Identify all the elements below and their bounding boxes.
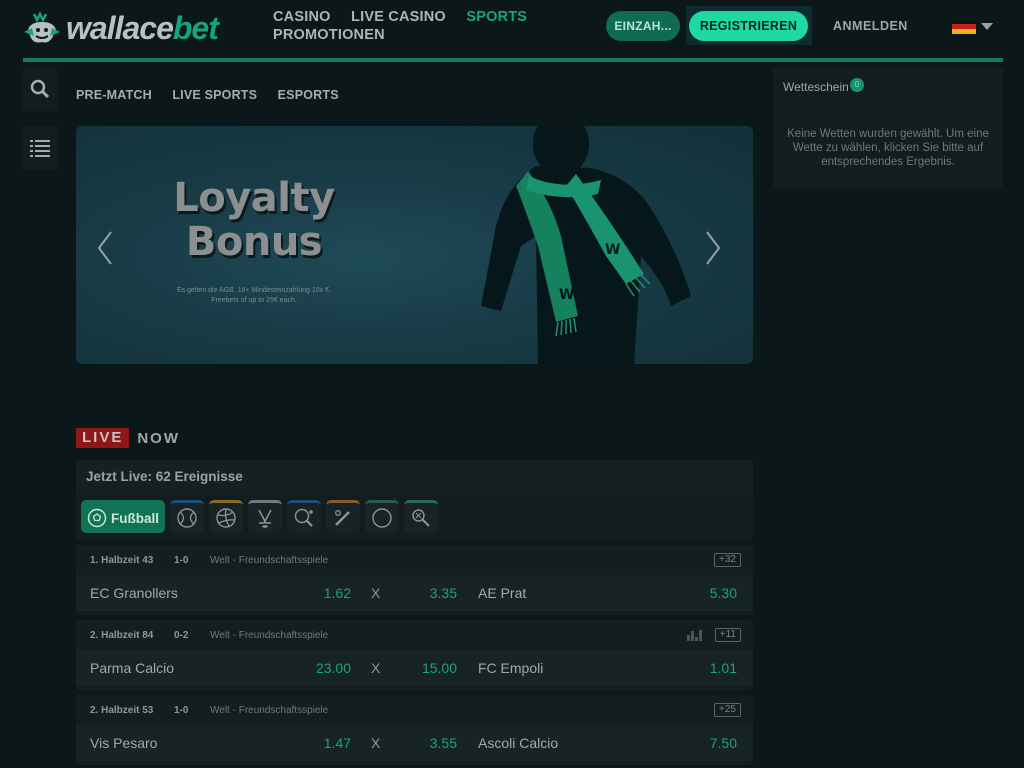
match-period: 2. Halbzeit 84 bbox=[90, 630, 154, 641]
deposit-button[interactable]: EINZAH... bbox=[606, 11, 680, 41]
chevron-down-icon bbox=[981, 23, 993, 30]
match-info: 2. Halbzeit 84 0-2 Welt - Freundschaftss… bbox=[76, 620, 753, 650]
baseball-icon bbox=[335, 510, 350, 526]
banner-terms: Es gelten die AGB. 18+ Mindesteinzahlung… bbox=[177, 287, 331, 304]
match-info: 2. Halbzeit 53 1-0 Welt - Freundschaftss… bbox=[76, 695, 753, 725]
match-league: Welt - Freundschaftsspiele bbox=[210, 705, 329, 716]
german-flag-icon bbox=[952, 19, 976, 34]
draw-label: X bbox=[371, 585, 381, 601]
more-markets-button[interactable]: +11 bbox=[714, 628, 741, 642]
match-league: Welt - Freundschaftsspiele bbox=[210, 555, 329, 566]
away-team: FC Empoli bbox=[478, 660, 544, 676]
away-team: Ascoli Calcio bbox=[478, 735, 559, 751]
subnav-live-sports[interactable]: LIVE SPORTS bbox=[172, 88, 257, 102]
betslip-title[interactable]: Wetteschein bbox=[783, 80, 849, 94]
live-badge: LIVE bbox=[76, 428, 130, 448]
tab-tennis[interactable] bbox=[170, 500, 204, 533]
login-link[interactable]: ANMELDEN bbox=[833, 19, 908, 33]
tab-basketball[interactable] bbox=[365, 500, 399, 533]
match-odds-row: Vis Pesaro 1.47 X 3.55 Ascoli Calcio 7.5… bbox=[76, 725, 753, 761]
football-icon bbox=[87, 508, 107, 528]
more-markets-button[interactable]: +32 bbox=[714, 553, 741, 567]
live-now-heading: LIVE NOW bbox=[76, 428, 180, 448]
odd-home-button[interactable]: 1.62 bbox=[296, 585, 351, 601]
betslip-empty-message: Keine Wetten wurden gewählt. Um eine Wet… bbox=[787, 128, 989, 168]
home-team: Parma Calcio bbox=[90, 660, 175, 676]
betslip-panel: Wetteschein 0 Keine Wetten wurden gewähl… bbox=[773, 67, 1003, 188]
nav-live-casino[interactable]: LIVE CASINO bbox=[351, 8, 446, 26]
odd-draw-button[interactable]: 3.55 bbox=[402, 735, 457, 751]
match-score: 1-0 bbox=[174, 705, 189, 716]
svg-text:W: W bbox=[559, 287, 574, 303]
betslip-count-badge: 0 bbox=[850, 78, 864, 92]
match-card: 2. Halbzeit 84 0-2 Welt - Freundschaftss… bbox=[76, 620, 753, 690]
odd-away-button[interactable]: 5.30 bbox=[682, 585, 737, 601]
brand-logo[interactable]: wallacebet bbox=[22, 8, 219, 48]
away-team: AE Prat bbox=[478, 585, 527, 601]
list-icon bbox=[30, 140, 50, 157]
search-button[interactable] bbox=[23, 67, 57, 111]
header-divider bbox=[23, 58, 1003, 62]
main-nav: CASINO LIVE CASINO SPORTS PROMOTIONEN bbox=[273, 8, 563, 44]
tab-baseball[interactable] bbox=[326, 500, 360, 533]
svg-text:W: W bbox=[605, 242, 620, 258]
volleyball-icon bbox=[216, 508, 236, 528]
nav-promotionen[interactable]: PROMOTIONEN bbox=[273, 26, 385, 44]
match-card: 1. Halbzeit 43 1-0 Welt - Freundschaftss… bbox=[76, 545, 753, 615]
badminton-icon bbox=[412, 509, 430, 527]
wallace-mascot-icon bbox=[24, 11, 60, 43]
more-markets-button[interactable]: +25 bbox=[714, 703, 741, 717]
odd-home-button[interactable]: 1.47 bbox=[296, 735, 351, 751]
tab-ice-hockey[interactable] bbox=[248, 500, 282, 533]
ice-hockey-icon bbox=[258, 509, 272, 528]
sports-list-button[interactable] bbox=[23, 126, 57, 170]
table-tennis-icon bbox=[294, 508, 313, 527]
odd-home-button[interactable]: 23.00 bbox=[296, 660, 351, 676]
odd-draw-button[interactable]: 3.35 bbox=[402, 585, 457, 601]
odd-away-button[interactable]: 7.50 bbox=[682, 735, 737, 751]
tab-badminton[interactable] bbox=[404, 500, 438, 533]
register-button-wrapper: REGISTRIEREN bbox=[686, 6, 812, 45]
sport-filter-tabs: Fußball bbox=[81, 500, 443, 533]
live-events-panel: Jetzt Live: 62 Ereignisse Fußball bbox=[76, 460, 753, 540]
home-team: EC Granollers bbox=[90, 585, 178, 601]
logo-wordmark: wallacebet bbox=[66, 10, 219, 46]
tennis-icon bbox=[177, 508, 197, 528]
register-button[interactable]: REGISTRIEREN bbox=[689, 11, 808, 41]
odd-draw-button[interactable]: 15.00 bbox=[402, 660, 457, 676]
match-odds-row: EC Granollers 1.62 X 3.35 AE Prat 5.30 bbox=[76, 575, 753, 611]
sports-subnav: PRE-MATCH LIVE SPORTS ESPORTS bbox=[76, 86, 355, 104]
match-period: 2. Halbzeit 53 bbox=[90, 705, 154, 716]
match-score: 0-2 bbox=[174, 630, 189, 641]
live-events-count: Jetzt Live: 62 Ereignisse bbox=[76, 460, 753, 495]
odd-away-button[interactable]: 1.01 bbox=[682, 660, 737, 676]
nav-sports[interactable]: SPORTS bbox=[466, 8, 527, 26]
match-period: 1. Halbzeit 43 bbox=[90, 555, 154, 566]
live-now-suffix: NOW bbox=[137, 429, 181, 447]
match-score: 1-0 bbox=[174, 555, 189, 566]
language-selector[interactable] bbox=[952, 19, 993, 34]
nav-casino[interactable]: CASINO bbox=[273, 8, 331, 26]
tab-volleyball[interactable] bbox=[209, 500, 243, 533]
draw-label: X bbox=[371, 735, 381, 751]
draw-label: X bbox=[371, 660, 381, 676]
home-team: Vis Pesaro bbox=[90, 735, 158, 751]
basketball-icon bbox=[372, 508, 392, 528]
search-icon bbox=[30, 79, 50, 99]
promo-banner[interactable]: Loyalty Bonus Es gelten die AGB. 18+ Min… bbox=[76, 126, 753, 364]
subnav-esports[interactable]: ESPORTS bbox=[278, 88, 339, 102]
subnav-pre-match[interactable]: PRE-MATCH bbox=[76, 88, 152, 102]
banner-title: Loyalty Bonus bbox=[173, 175, 335, 265]
match-league: Welt - Freundschaftsspiele bbox=[210, 630, 329, 641]
tab-table-tennis[interactable] bbox=[287, 500, 321, 533]
fan-silhouette-illustration: W W bbox=[481, 126, 691, 364]
stats-icon[interactable] bbox=[687, 630, 703, 641]
match-odds-row: Parma Calcio 23.00 X 15.00 FC Empoli 1.0… bbox=[76, 650, 753, 686]
match-card: 2. Halbzeit 53 1-0 Welt - Freundschaftss… bbox=[76, 695, 753, 765]
banner-next-arrow-icon[interactable] bbox=[704, 230, 722, 266]
tab-football[interactable]: Fußball bbox=[81, 500, 165, 533]
site-header: wallacebet CASINO LIVE CASINO SPORTS PRO… bbox=[0, 0, 1024, 62]
banner-prev-arrow-icon[interactable] bbox=[96, 230, 114, 266]
match-info: 1. Halbzeit 43 1-0 Welt - Freundschaftss… bbox=[76, 545, 753, 575]
